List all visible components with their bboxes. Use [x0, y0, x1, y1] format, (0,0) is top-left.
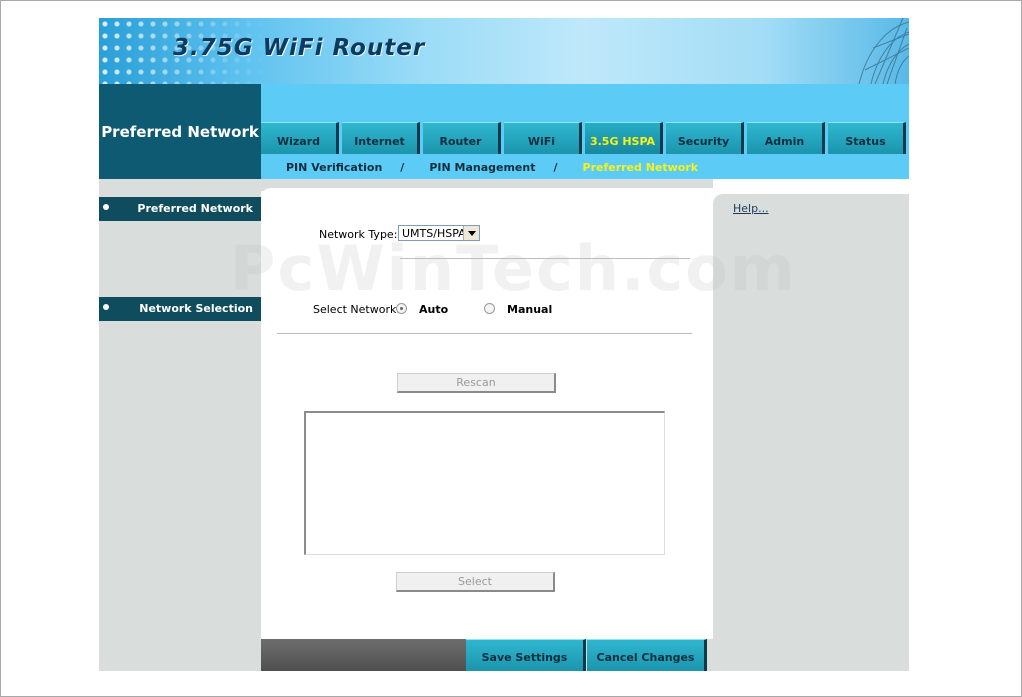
tab-status[interactable]: Status: [828, 122, 906, 154]
network-type-value: UMTS/HSPA: [402, 227, 466, 240]
subnav-separator: /: [553, 161, 558, 174]
subnav-pin-verification[interactable]: PIN Verification: [286, 161, 382, 174]
sidebar-item-label: Network Selection: [139, 302, 253, 315]
tab-wifi[interactable]: WiFi: [504, 122, 582, 154]
tab-wizard[interactable]: Wizard: [261, 122, 339, 154]
tab-internet[interactable]: Internet: [342, 122, 420, 154]
sidebar-item-network-selection[interactable]: Network Selection: [99, 297, 261, 321]
network-list[interactable]: [304, 411, 665, 555]
divider: [277, 333, 692, 334]
bullet-icon: [103, 304, 109, 310]
radio-manual[interactable]: [484, 303, 495, 314]
subnav-separator: /: [400, 161, 405, 174]
sidebar-item-label: Preferred Network: [137, 202, 253, 215]
satellite-dish-icon: [858, 18, 909, 84]
rescan-button[interactable]: Rescan: [397, 373, 556, 393]
cancel-changes-button[interactable]: Cancel Changes: [587, 639, 707, 671]
tab-admin[interactable]: Admin: [747, 122, 825, 154]
network-type-label: Network Type:: [319, 228, 398, 241]
radio-auto[interactable]: [396, 303, 407, 314]
tab-router[interactable]: Router: [423, 122, 501, 154]
select-button[interactable]: Select: [396, 572, 555, 592]
sub-navigation: PIN Verification / PIN Management / Pref…: [261, 156, 909, 179]
tab-security[interactable]: Security: [666, 122, 744, 154]
radio-auto-label: Auto: [419, 303, 449, 316]
bullet-icon: [103, 204, 109, 210]
radio-manual-label: Manual: [507, 303, 553, 316]
sidebar-item-preferred-network[interactable]: Preferred Network: [99, 197, 261, 221]
save-settings-button[interactable]: Save Settings: [466, 639, 586, 671]
subnav-preferred-network[interactable]: Preferred Network: [583, 161, 699, 174]
select-network-label: Select Network:: [313, 303, 401, 316]
header-banner: 3.75G WiFi Router: [99, 18, 909, 84]
main-tabs: Wizard Internet Router WiFi 3.5G HSPA Se…: [261, 122, 909, 156]
banner-title: 3.75G WiFi Router: [173, 35, 426, 61]
help-link[interactable]: Help...: [733, 202, 769, 215]
divider: [400, 258, 690, 259]
network-type-select[interactable]: UMTS/HSPA: [398, 225, 480, 241]
tab-3-5g-hspa[interactable]: 3.5G HSPA: [585, 122, 663, 154]
left-sidebar: Preferred Network Network Selection: [99, 179, 261, 671]
subnav-pin-management[interactable]: PIN Management: [429, 161, 535, 174]
chevron-down-icon[interactable]: [463, 226, 479, 240]
